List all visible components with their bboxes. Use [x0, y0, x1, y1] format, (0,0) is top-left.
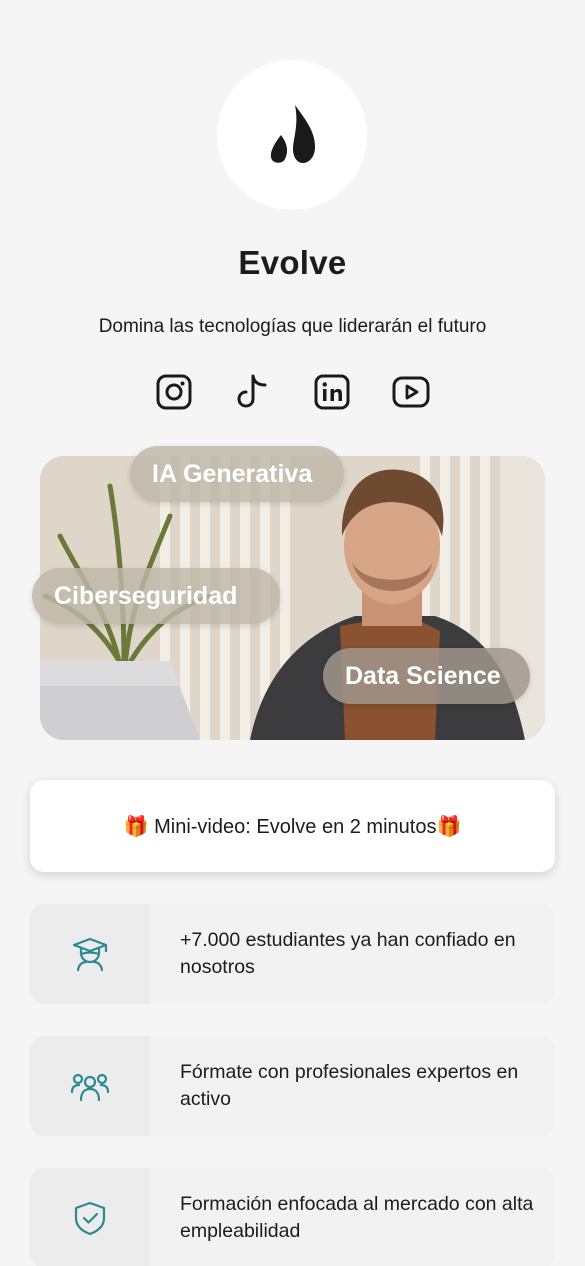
instagram-icon — [156, 374, 192, 410]
evolve-logo-icon — [270, 105, 315, 163]
tiktok-icon — [237, 374, 267, 408]
feature-card-students: +7.000 estudiantes ya han confiado en no… — [30, 904, 555, 1004]
linkedin-link[interactable] — [313, 373, 351, 411]
instagram-link[interactable] — [155, 373, 193, 411]
profile-avatar — [217, 60, 367, 210]
tag-ciberseguridad: Ciberseguridad — [32, 568, 280, 624]
feature-card-professionals: Fórmate con profesionales expertos en ac… — [30, 1036, 555, 1136]
tag-data-science: Data Science — [323, 648, 530, 704]
team-icon — [70, 1073, 110, 1102]
linkedin-icon — [314, 374, 350, 410]
feature-text: Fórmate con profesionales expertos en ac… — [150, 1036, 555, 1136]
mini-video-button[interactable]: 🎁 Mini-video: Evolve en 2 minutos🎁 — [30, 780, 555, 872]
tiktok-link[interactable] — [234, 373, 272, 411]
tag-ia-generativa: IA Generativa — [130, 446, 344, 502]
shield-check-icon — [74, 1201, 106, 1236]
feature-icon-cell — [30, 1036, 150, 1136]
profile-name: Evolve — [238, 244, 347, 281]
feature-text: Formación enfocada al mercado con alta e… — [150, 1168, 555, 1266]
feature-card-employability: Formación enfocada al mercado con alta e… — [30, 1168, 555, 1266]
youtube-icon — [392, 376, 430, 408]
feature-text: +7.000 estudiantes ya han confiado en no… — [150, 904, 555, 1004]
social-links — [0, 373, 585, 411]
graduate-icon — [72, 937, 108, 972]
feature-icon-cell — [30, 1168, 150, 1266]
feature-icon-cell — [30, 904, 150, 1004]
profile-tagline: Domina las tecnologías que liderarán el … — [98, 316, 487, 337]
youtube-link[interactable] — [392, 373, 430, 411]
link-in-bio-page: Evolve Domina las tecnologías que lidera… — [0, 0, 585, 1266]
